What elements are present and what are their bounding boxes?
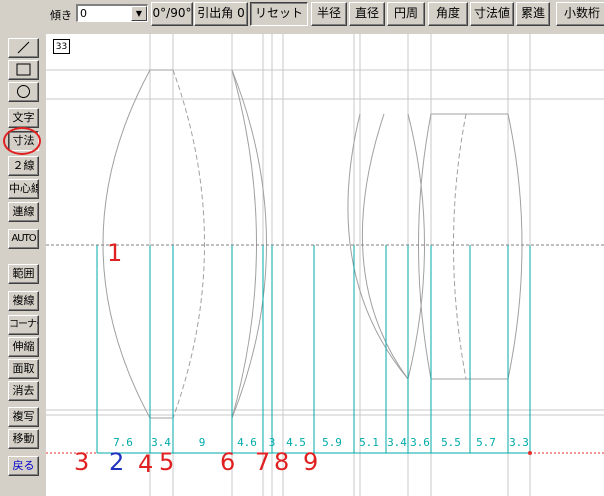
dimension-tool-button[interactable]: 寸法 [8, 131, 39, 151]
reset-button[interactable]: リセット [250, 2, 308, 26]
dim-label-3[interactable]: 9 [199, 436, 206, 449]
lens-drawing: 7.6 3.4 9 4.6 3 4.5 5.9 5.1 3.4 3.6 5.5 … [46, 34, 604, 496]
parallel-line-tool-button[interactable]: 複線 [8, 291, 39, 311]
dim-label-8[interactable]: 5.1 [359, 436, 379, 449]
corner-tool-button[interactable]: コーナー [8, 315, 39, 335]
lens-outlines [102, 69, 523, 419]
annotation-4: 4 [138, 450, 154, 478]
angle-0-90-button[interactable]: 0°/90° [151, 2, 193, 26]
annotation-6: 6 [220, 448, 236, 476]
leader-angle-button[interactable]: 引出角 0 [194, 2, 248, 26]
dimension-toolbar: 傾き 0 ▼ 0°/90° 引出角 0 リセット 半径 直径 円周 角度 寸法値… [0, 0, 604, 30]
circle-tool-button[interactable] [8, 82, 39, 102]
dimension-extension-lines [96, 245, 531, 454]
copy-tool-button[interactable]: 複写 [8, 407, 39, 427]
diameter-button[interactable]: 直径 [349, 2, 385, 26]
drawing-canvas[interactable]: 7.6 3.4 9 4.6 3 4.5 5.9 5.1 3.4 3.6 5.5 … [46, 34, 604, 496]
cumulative-button[interactable]: 累進 [516, 2, 550, 26]
auto-mode-button[interactable]: AUTO [8, 229, 39, 249]
annotation-1: 1 [107, 239, 123, 267]
line-tool-button[interactable] [8, 38, 39, 58]
circle-icon [17, 85, 30, 98]
dim-label-9[interactable]: 3.4 [387, 436, 407, 449]
text-tool-button[interactable]: 文字 [8, 108, 39, 128]
annotation-8: 8 [274, 448, 290, 476]
angle-button[interactable]: 角度 [428, 2, 468, 26]
range-tool-button[interactable]: 範囲 [8, 264, 39, 284]
continuous-line-tool-button[interactable]: 連線 [8, 202, 39, 222]
stretch-tool-button[interactable]: 伸縮 [8, 337, 39, 357]
vertical-construction-lines [149, 34, 531, 496]
tool-palette: 文字 寸法 ２線 中心線 連線 AUTO 範囲 複線 コーナー 伸縮 面取 消去… [0, 30, 44, 496]
annotation-2: 2 [109, 448, 125, 476]
undo-button[interactable]: 戻る [8, 456, 39, 476]
rectangle-tool-button[interactable] [8, 60, 39, 80]
tilt-value: 0 [80, 7, 87, 20]
chevron-down-icon[interactable]: ▼ [131, 6, 147, 21]
dimension-end-marker [528, 451, 532, 455]
radius-button[interactable]: 半径 [311, 2, 347, 26]
dim-label-7[interactable]: 5.9 [322, 436, 342, 449]
rectangle-icon [16, 63, 31, 76]
line-icon [17, 41, 30, 54]
annotation-9: 9 [303, 448, 319, 476]
dimension-value-button[interactable]: 寸法値 [470, 2, 514, 26]
dim-label-11[interactable]: 5.5 [441, 436, 461, 449]
annotation-5: 5 [159, 448, 175, 476]
tilt-combobox[interactable]: 0 ▼ [76, 4, 148, 22]
horizontal-construction-lines [46, 69, 604, 416]
annotation-7: 7 [255, 448, 271, 476]
erase-tool-button[interactable]: 消去 [8, 381, 39, 401]
move-tool-button[interactable]: 移動 [8, 429, 39, 449]
dim-label-12[interactable]: 5.7 [476, 436, 496, 449]
double-line-tool-button[interactable]: ２線 [8, 156, 39, 176]
decimal-places-button[interactable]: 小数桁 [556, 2, 604, 26]
tilt-label: 傾き [50, 9, 72, 22]
centerline-tool-button[interactable]: 中心線 [8, 179, 39, 199]
dim-label-4[interactable]: 4.6 [237, 436, 257, 449]
dimension-labels: 7.6 3.4 9 4.6 3 4.5 5.9 5.1 3.4 3.6 5.5 … [113, 436, 529, 449]
dim-label-13[interactable]: 3.3 [509, 436, 529, 449]
chamfer-tool-button[interactable]: 面取 [8, 359, 39, 379]
dim-label-10[interactable]: 3.6 [410, 436, 430, 449]
circumference-button[interactable]: 円周 [387, 2, 425, 26]
annotation-3: 3 [74, 448, 90, 476]
scale-indicator: 33 [53, 39, 70, 54]
